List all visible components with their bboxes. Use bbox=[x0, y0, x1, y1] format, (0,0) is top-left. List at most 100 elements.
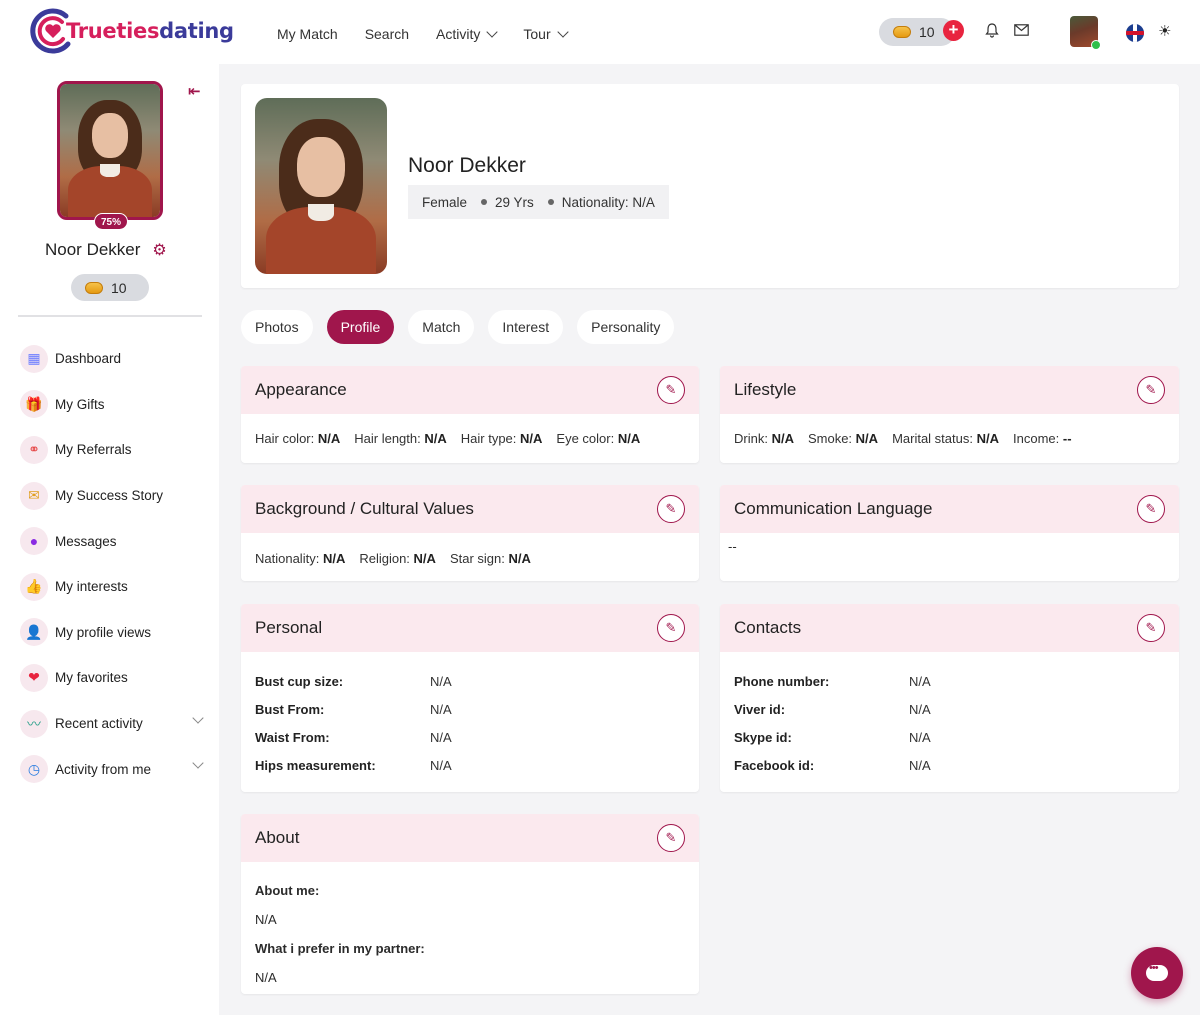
language-value: -- bbox=[728, 539, 737, 554]
user-avatar[interactable] bbox=[1070, 16, 1101, 50]
edit-lifestyle-button[interactable]: ✎ bbox=[1137, 376, 1165, 404]
uk-flag-icon[interactable] bbox=[1126, 24, 1144, 42]
about-me-value: N/A bbox=[255, 912, 277, 927]
profile-name: Noor Dekker bbox=[408, 154, 526, 177]
profile-tabs: Photos Profile Match Interest Personalit… bbox=[241, 310, 675, 344]
field-star-sign: Star sign: N/A bbox=[449, 551, 531, 566]
separator-dot bbox=[481, 199, 488, 205]
appearance-header: Appearance ✎ bbox=[241, 366, 699, 414]
sidebar-item-recent-activity[interactable]: 〰 Recent activity bbox=[20, 701, 210, 747]
sidebar-item-label: My interests bbox=[55, 579, 128, 595]
chevron-down-icon[interactable] bbox=[192, 757, 204, 770]
field-phone-number: Phone number: N/A bbox=[734, 673, 931, 689]
thumbs-up-icon: 👍 bbox=[20, 572, 48, 601]
about-me-label: About me: bbox=[255, 883, 320, 898]
sidebar-item-label: Activity from me bbox=[55, 761, 152, 777]
sidebar-item-label: My profile views bbox=[55, 624, 152, 640]
personal-fields: Bust cup size: N/A Bust From: N/A Waist Fr… bbox=[241, 652, 699, 779]
nav-my-match[interactable]: My Match bbox=[277, 26, 338, 42]
sidebar-menu: ▦ Dashboard 🎁 My Gifts ⚭ My Referrals ✉ … bbox=[20, 336, 210, 792]
sidebar-item-profile-views[interactable]: 👤 My profile views bbox=[20, 610, 210, 656]
collapse-sidebar-icon[interactable]: ⇤ bbox=[188, 82, 201, 100]
about-title: About bbox=[255, 828, 300, 847]
sidebar-item-gifts[interactable]: 🎁 My Gifts bbox=[20, 382, 210, 428]
about-header: About ✎ bbox=[241, 814, 699, 862]
pulse-icon: 〰 bbox=[20, 709, 48, 738]
nav-tour-label: Tour bbox=[523, 26, 551, 42]
brand-name-part1: Trueties bbox=[66, 19, 160, 43]
nav-search[interactable]: Search bbox=[365, 26, 409, 42]
nav-activity-label: Activity bbox=[436, 26, 481, 42]
edit-background-button[interactable]: ✎ bbox=[657, 495, 685, 523]
gear-icon[interactable]: ⚙ bbox=[152, 240, 166, 260]
brand-logo[interactable]: Truetiesdating bbox=[28, 6, 234, 56]
profile-photo[interactable] bbox=[255, 98, 387, 274]
nav-tour[interactable]: Tour bbox=[523, 25, 569, 42]
chat-fab-button[interactable] bbox=[1131, 947, 1183, 999]
tab-interest[interactable]: Interest bbox=[488, 310, 564, 344]
appearance-title: Appearance bbox=[255, 380, 347, 399]
contacts-card: Contacts ✎ Phone number: N/A Viver id: N/A… bbox=[720, 604, 1179, 792]
language-header: Communication Language ✎ bbox=[720, 485, 1179, 533]
field-hair-type: Hair type: N/A bbox=[460, 431, 543, 446]
lifestyle-fields: Drink: N/A Smoke: N/A Marital status: N/… bbox=[720, 414, 1179, 446]
tab-personality[interactable]: Personality bbox=[577, 310, 675, 344]
header-coin-count: 10 bbox=[919, 24, 935, 40]
language-card: Communication Language ✎ -- bbox=[720, 485, 1179, 581]
tab-match[interactable]: Match bbox=[408, 310, 475, 344]
message-icon: ● bbox=[20, 527, 48, 556]
sidebar-item-messages[interactable]: ● Messages bbox=[20, 518, 210, 564]
theme-toggle-sun-icon[interactable]: ☀ bbox=[1158, 22, 1171, 40]
pencil-icon: ✎ bbox=[665, 382, 677, 397]
chevron-down-icon[interactable] bbox=[192, 712, 204, 724]
field-religion: Religion: N/A bbox=[359, 551, 436, 566]
clock-icon: ◷ bbox=[20, 755, 48, 784]
top-header: Truetiesdating My Match Search Activity … bbox=[0, 0, 1200, 64]
pencil-icon: ✎ bbox=[665, 830, 677, 845]
profile-nationality: Nationality: N/A bbox=[561, 194, 655, 210]
profile-meta: Female 29 Yrs Nationality: N/A bbox=[408, 185, 669, 219]
field-skype-id: Skype id: N/A bbox=[734, 729, 931, 745]
tab-photos[interactable]: Photos bbox=[241, 310, 313, 344]
sidebar-item-label: Recent activity bbox=[55, 716, 143, 732]
background-title: Background / Cultural Values bbox=[255, 499, 474, 518]
field-bust-cup-size: Bust cup size: N/A bbox=[255, 673, 452, 689]
sidebar-coin-balance[interactable]: 10 bbox=[71, 274, 149, 301]
add-coins-button[interactable]: + bbox=[943, 20, 964, 41]
bell-icon[interactable] bbox=[985, 23, 999, 41]
field-facebook-id: Facebook id: N/A bbox=[734, 757, 931, 773]
edit-about-button[interactable]: ✎ bbox=[657, 824, 685, 852]
edit-personal-button[interactable]: ✎ bbox=[657, 614, 685, 642]
sidebar-item-favorites[interactable]: ❤ My favorites bbox=[20, 655, 210, 701]
tab-profile[interactable]: Profile bbox=[326, 310, 395, 344]
profile-age: 29 Yrs bbox=[495, 194, 534, 210]
edit-contacts-button[interactable]: ✎ bbox=[1137, 614, 1165, 642]
nav-my-match-label: My Match bbox=[277, 26, 338, 42]
sidebar-profile-photo[interactable] bbox=[57, 81, 163, 220]
share-icon: ⚭ bbox=[20, 435, 48, 464]
contacts-header: Contacts ✎ bbox=[720, 604, 1179, 652]
sidebar-item-referrals[interactable]: ⚭ My Referrals bbox=[20, 427, 210, 473]
nav-activity[interactable]: Activity bbox=[436, 25, 499, 42]
sidebar-user-name: Noor Dekker ⚙ bbox=[45, 240, 167, 260]
mail-icon[interactable] bbox=[1014, 23, 1029, 39]
separator-dot bbox=[547, 199, 554, 205]
field-hair-color: Hair color: N/A bbox=[255, 431, 341, 446]
field-eye-color: Eye color: N/A bbox=[556, 431, 641, 446]
coin-icon bbox=[85, 281, 103, 294]
partner-pref-value: N/A bbox=[255, 970, 277, 985]
sidebar-item-success-story[interactable]: ✉ My Success Story bbox=[20, 473, 210, 519]
sidebar-item-activity-from-me[interactable]: ◷ Activity from me bbox=[20, 746, 210, 792]
edit-appearance-button[interactable]: ✎ bbox=[657, 376, 685, 404]
background-header: Background / Cultural Values ✎ bbox=[241, 485, 699, 533]
pencil-icon: ✎ bbox=[1145, 382, 1157, 397]
sidebar-item-dashboard[interactable]: ▦ Dashboard bbox=[20, 336, 210, 382]
sidebar-item-interests[interactable]: 👍 My interests bbox=[20, 564, 210, 610]
logo-mark-icon bbox=[28, 6, 78, 56]
edit-language-button[interactable]: ✎ bbox=[1137, 495, 1165, 523]
field-hair-length: Hair length: N/A bbox=[354, 431, 447, 446]
personal-title: Personal bbox=[255, 618, 323, 637]
background-card: Background / Cultural Values ✎ Nationali… bbox=[241, 485, 699, 581]
main-nav: My Match Search Activity Tour bbox=[277, 25, 594, 42]
contacts-title: Contacts bbox=[734, 618, 802, 637]
